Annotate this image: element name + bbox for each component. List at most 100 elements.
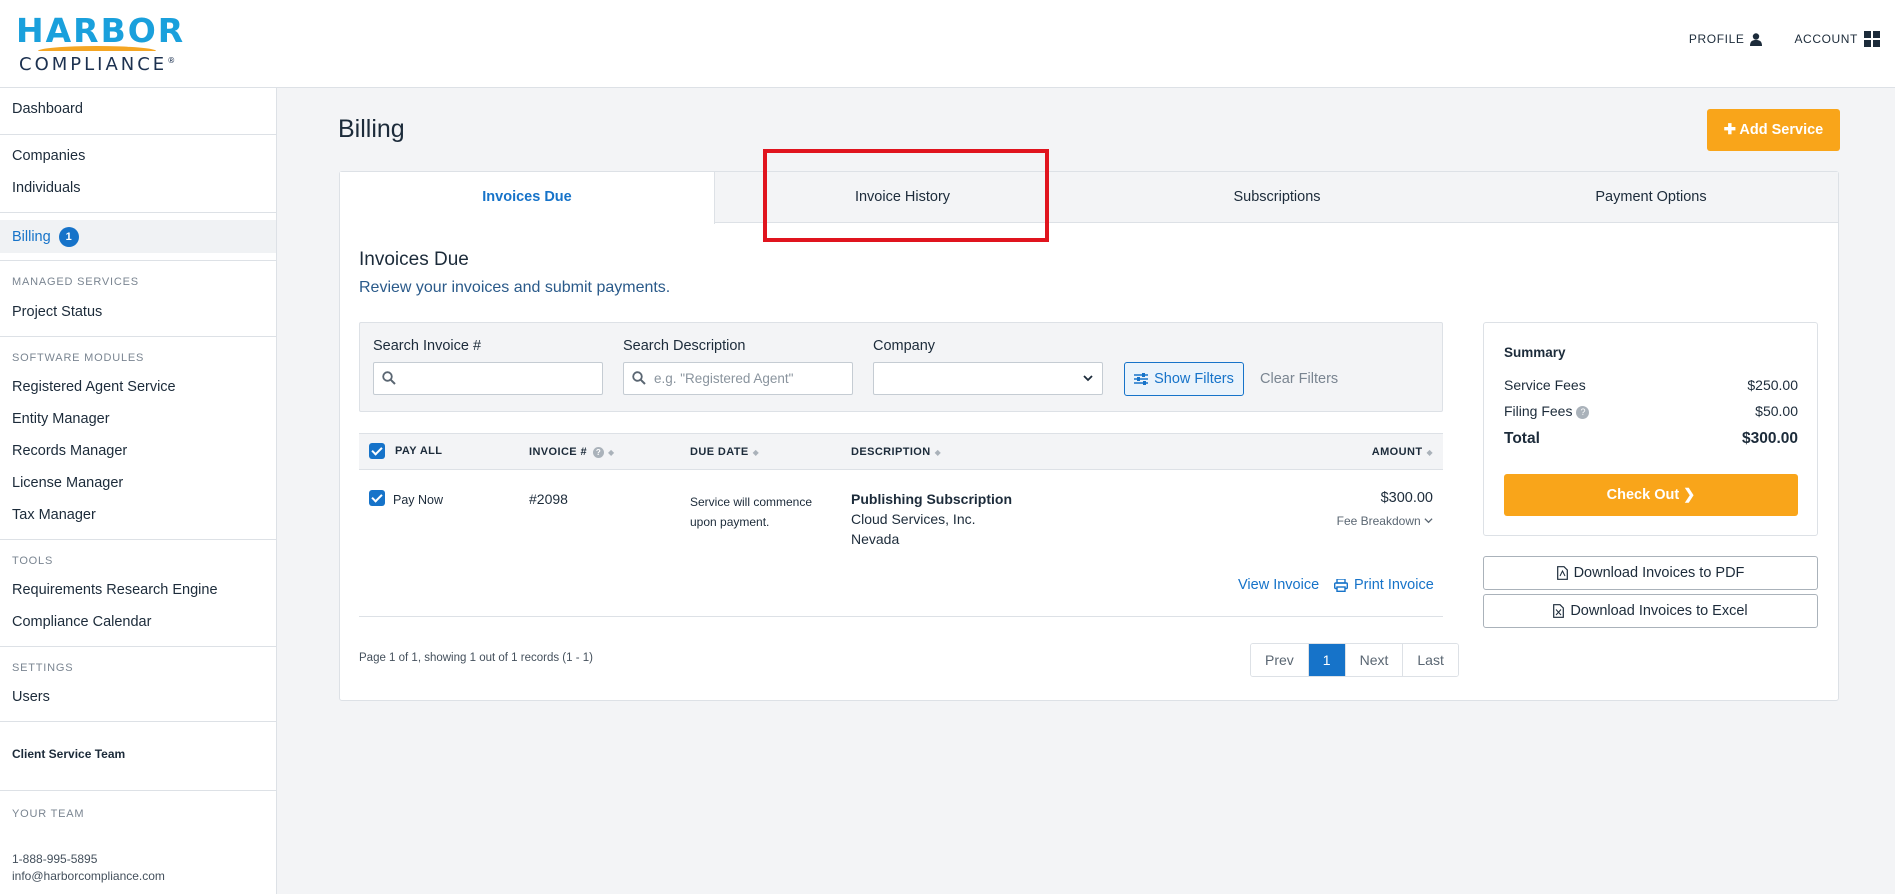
th-amount[interactable]: AMOUNT ◆ [1372,446,1433,458]
pagination: Prev 1 Next Last [1250,643,1459,677]
sidebar-item-calendar[interactable]: Compliance Calendar [12,614,151,630]
total-label: Total [1504,430,1540,447]
sidebar-section-team: YOUR TEAM [12,808,85,820]
sidebar-item-license-manager[interactable]: License Manager [12,475,123,491]
search-invoice-input[interactable] [373,362,603,395]
table-divider [359,616,1443,617]
download-excel-label: Download Invoices to Excel [1570,603,1748,619]
view-invoice-link[interactable]: View Invoice [1238,577,1319,593]
page-1-button[interactable]: 1 [1308,644,1346,676]
pay-now-checkbox[interactable] [369,490,385,506]
page-last-button[interactable]: Last [1403,644,1458,676]
checkout-button[interactable]: Check Out ❯ [1504,474,1798,516]
download-pdf-button[interactable]: Download Invoices to PDF [1483,556,1818,590]
billing-count-badge: 1 [58,227,79,247]
sidebar-item-tax-manager[interactable]: Tax Manager [12,507,96,523]
harbor-logo[interactable]: HARBOR COMPLIANCE® [16,14,185,75]
th-amount-label: AMOUNT [1371,446,1423,458]
service-fees-value: $250.00 [1747,377,1798,393]
pay-now-label: Pay Now [393,493,444,507]
tab-payment-options[interactable]: Payment Options [1464,172,1838,223]
logo-bottom-text: COMPLIANCE® [19,51,185,75]
fee-breakdown-label: Fee Breakdown [1336,514,1421,528]
th-invoice[interactable]: INVOICE #? ◆ [529,446,615,458]
company-select[interactable] [873,362,1103,395]
page-title: Billing [338,115,405,143]
clear-filters-link[interactable]: Clear Filters [1260,371,1338,387]
top-nav: PROFILE ACCOUNT [1689,31,1880,47]
section-subtitle: Review your invoices and submit payments… [359,279,671,296]
team-phone: 1-888-995-5895 [12,852,98,866]
show-filters-label: Show Filters [1154,371,1234,387]
help-icon[interactable]: ? [1576,406,1590,419]
th-description-label: DESCRIPTION [851,446,931,458]
sidebar-section-tools: TOOLS [12,555,54,567]
download-excel-button[interactable]: Download Invoices to Excel [1483,594,1818,628]
sidebar-item-dashboard[interactable]: Dashboard [12,101,83,117]
help-icon: ? [593,446,605,458]
user-icon [1750,32,1763,46]
tab-invoices-due[interactable]: Invoices Due [340,172,715,224]
due-date-text: Service will commence upon payment. [690,495,813,529]
sidebar-item-companies[interactable]: Companies [12,148,85,164]
account-menu[interactable]: ACCOUNT [1794,31,1880,47]
sidebar-item-billing[interactable]: Billing 1 [12,227,79,247]
sidebar-item-records-manager[interactable]: Records Manager [12,443,127,459]
page-prev-button[interactable]: Prev [1251,644,1309,676]
sidebar-divider [0,260,276,261]
add-service-label: Add Service [1739,122,1824,138]
billing-tabs: Invoices Due Invoice History Subscriptio… [340,172,1838,224]
fee-breakdown-toggle[interactable]: Fee Breakdown [1337,514,1433,528]
sidebar-item-requirements[interactable]: Requirements Research Engine [12,582,218,598]
sort-icon: ◆ [752,447,760,457]
tab-invoice-history[interactable]: Invoice History [715,172,1090,223]
team-email[interactable]: info@harborcompliance.com [12,869,165,883]
sidebar-item-entity-manager[interactable]: Entity Manager [12,411,110,427]
page-next-button[interactable]: Next [1345,644,1404,676]
filing-fees-text: Filing Fees [1504,403,1573,419]
printer-icon [1334,578,1348,592]
print-invoice-label: Print Invoice [1354,577,1434,593]
company-label: Company [873,338,936,354]
pay-all-checkbox[interactable] [369,443,385,459]
sidebar-divider [0,212,276,213]
logo-trademark: ® [167,56,179,65]
th-due-date[interactable]: DUE DATE ◆ [690,446,759,458]
sidebar-billing-label: Billing [12,228,51,245]
top-bar: HARBOR COMPLIANCE® PROFILE ACCOUNT [0,0,1895,88]
description-company: Cloud Services, Inc. [851,511,976,527]
section-title: Invoices Due [359,249,469,270]
description-state: Nevada [851,531,900,547]
chevron-down-icon [1083,375,1093,382]
sidebar-item-individuals[interactable]: Individuals [12,180,81,196]
th-description[interactable]: DESCRIPTION ◆ [851,446,941,458]
th-pay-all: PAY ALL [369,443,442,459]
show-filters-button[interactable]: Show Filters [1124,362,1244,396]
description-title: Publishing Subscription [851,491,1012,507]
total-value: $300.00 [1741,430,1798,447]
sort-icon: ◆ [1426,447,1433,457]
filing-fees-value: $50.00 [1755,403,1798,419]
print-invoice-link[interactable]: Print Invoice [1334,577,1434,593]
sidebar-divider [0,790,276,791]
th-pay-all-label: PAY ALL [395,445,443,457]
sidebar-item-users[interactable]: Users [12,689,50,705]
profile-label: PROFILE [1688,32,1745,46]
th-due-date-label: DUE DATE [690,446,749,458]
search-description-input[interactable]: e.g. "Registered Agent" [623,362,853,395]
sidebar-divider [0,134,276,135]
tab-subscriptions[interactable]: Subscriptions [1090,172,1464,223]
profile-menu[interactable]: PROFILE [1689,31,1763,47]
add-service-button[interactable]: ✚ Add Service [1707,109,1840,151]
account-label: ACCOUNT [1794,32,1858,46]
invoice-table-header: PAY ALL INVOICE #? ◆ DUE DATE ◆ DESCRIPTIO… [359,433,1443,470]
chevron-down-icon [1424,518,1433,524]
invoice-number: #2098 [529,491,568,507]
summary-title: Summary [1504,345,1566,360]
sidebar-item-project-status[interactable]: Project Status [12,304,102,320]
search-invoice-label: Search Invoice # [373,338,482,354]
logo-top-text: HARBOR [16,11,186,50]
sidebar-item-registered-agent[interactable]: Registered Agent Service [12,379,176,395]
th-invoice-label: INVOICE # [529,446,588,458]
pagination-info: Page 1 of 1, showing 1 out of 1 records … [359,652,593,664]
